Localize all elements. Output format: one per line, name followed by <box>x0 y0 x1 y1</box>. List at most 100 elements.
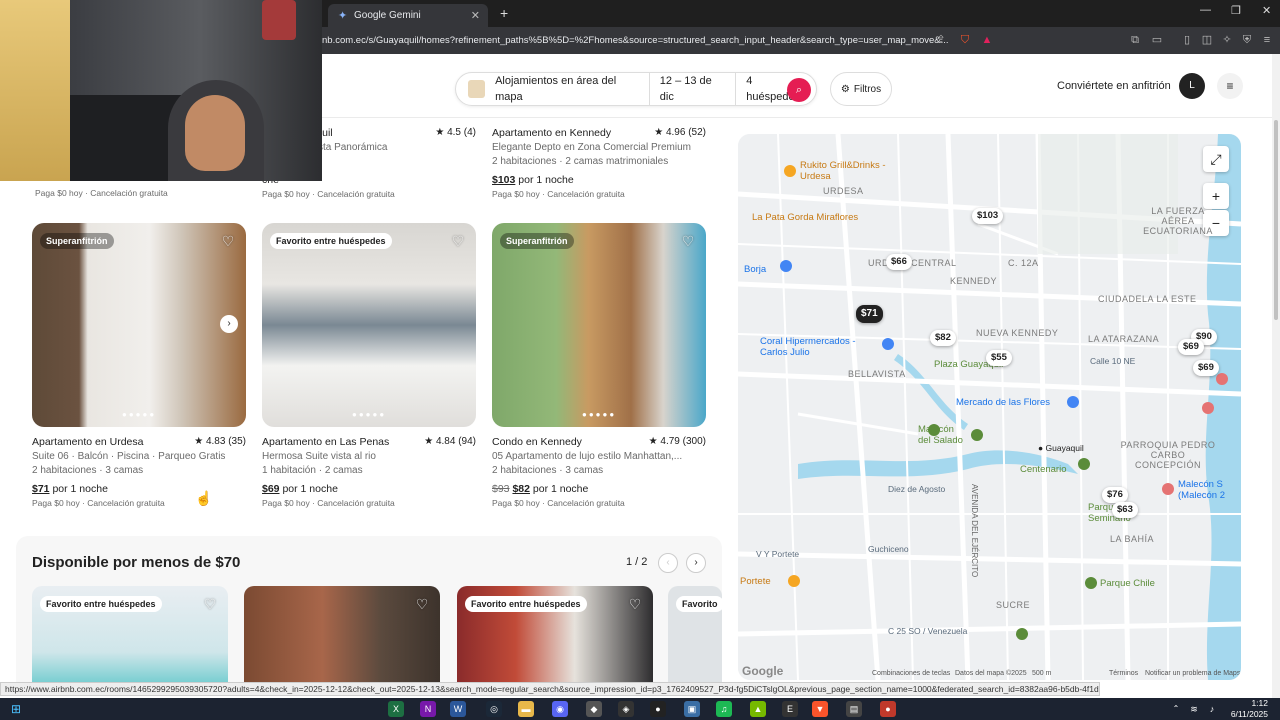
leo-ai-icon[interactable]: ✧ <box>1220 33 1234 47</box>
map-label-nueva-kennedy: NUEVA KENNEDY <box>976 328 1059 338</box>
map-price-pin[interactable]: $82 <box>930 330 956 346</box>
close-window-icon[interactable]: ✕ <box>1262 4 1271 17</box>
app-icon-5[interactable]: ● <box>880 701 896 717</box>
listing-pay-note: Paga $0 hoy · Cancelación gratuita <box>262 498 395 508</box>
listing-card-kennedy[interactable]: Superanfitrión ♡ ●●●●● Condo en Kennedy ★… <box>492 223 706 508</box>
onenote-icon[interactable]: N <box>420 701 436 717</box>
sidebar-icon[interactable]: ▯ <box>1180 33 1194 47</box>
section-pager: 1 / 2 <box>626 556 648 568</box>
guest-favorite-badge: Favorito entre huéspedes <box>465 596 587 612</box>
heart-icon[interactable]: ♡ <box>220 233 236 249</box>
vpn-icon[interactable]: ⛨ <box>1240 33 1254 47</box>
url-text[interactable]: nb.com.ec/s/Guayaquil/homes?refinement_p… <box>322 35 949 46</box>
brave-shield-icon[interactable]: ⛉ <box>958 33 972 47</box>
map-price-pin[interactable]: $63 <box>1112 502 1138 518</box>
map-label-la-bahia: LA BAHÍA <box>1110 534 1155 544</box>
maximize-icon[interactable]: ❐ <box>1231 4 1241 17</box>
map-price-pin[interactable]: $69 <box>1178 339 1204 355</box>
listing-card-las-penas[interactable]: Favorito entre huéspedes ♡ ●●●●● Apartam… <box>262 223 476 508</box>
map-label-ciudadela: CIUDADELA LA ESTE <box>1098 294 1197 304</box>
heart-icon[interactable]: ♡ <box>680 233 696 249</box>
chevron-right-icon[interactable]: › <box>220 315 238 333</box>
small-listing-card[interactable]: Favorito entre huéspedes ♡ <box>457 586 653 696</box>
heart-icon[interactable]: ♡ <box>202 596 218 612</box>
word-icon[interactable]: W <box>450 701 466 717</box>
listing-card-top-2[interactable]: Apartamento en Kennedy ★ 4.96 (52) Elegan… <box>492 118 706 199</box>
search-dates[interactable]: 12 – 13 de dic <box>650 73 737 105</box>
avatar[interactable]: L <box>1179 73 1205 99</box>
browser-menu-icon[interactable]: ≡ <box>1260 33 1274 47</box>
share-icon[interactable]: ⇪ <box>934 33 948 47</box>
app-icon-4[interactable]: ▤ <box>846 701 862 717</box>
github-icon[interactable]: ● <box>650 701 666 717</box>
map-shortcuts-link[interactable]: Combinaciones de teclas <box>872 670 950 677</box>
heart-icon[interactable]: ♡ <box>627 596 643 612</box>
search-button[interactable]: ⌕ <box>787 78 811 102</box>
steam-icon[interactable]: ◎ <box>486 701 502 717</box>
chevron-left-icon[interactable]: ‹ <box>658 553 678 573</box>
map-price-pin[interactable]: $55 <box>986 350 1012 366</box>
cast-icon[interactable]: ▭ <box>1150 33 1164 47</box>
airbnb-header: Alojamientos en área del mapa 12 – 13 de… <box>322 54 1280 118</box>
tray-arrow-icon[interactable]: ⌃ <box>1168 701 1184 717</box>
close-tab-icon[interactable]: ✕ <box>471 9 480 22</box>
brave-browser-icon[interactable]: ▼ <box>812 701 828 717</box>
epic-games-icon[interactable]: E <box>782 701 798 717</box>
listing-rating: ★ 4.5 (4) <box>435 127 476 138</box>
minimize-icon[interactable]: — <box>1200 4 1211 16</box>
listing-rooms: 2 habitaciones · 2 camas matrimoniales <box>492 156 669 167</box>
tab-gemini[interactable]: ✦ Google Gemini ✕ <box>328 4 488 27</box>
small-listing-card[interactable]: Favorito <box>668 586 722 696</box>
fullscreen-icon[interactable]: ⤢ <box>1203 146 1229 172</box>
listing-title: Apartamento en Las Penas <box>262 436 390 448</box>
listing-card-urdesa[interactable]: Superanfitrión ♡ › ●●●●● Apartamento en … <box>32 223 246 508</box>
map-label-bellavista: BELLAVISTA <box>848 369 906 379</box>
listing-description: Hermosa Suite vista al rio <box>262 451 376 462</box>
listing-photo[interactable]: Favorito entre huéspedes ♡ ●●●●● <box>262 223 476 427</box>
guest-favorite-badge: Favorito entre huéspedes <box>270 233 392 249</box>
nvidia-icon[interactable]: ▲ <box>750 701 766 717</box>
app-icon[interactable]: ◆ <box>586 701 602 717</box>
excel-icon[interactable]: X <box>388 701 404 717</box>
small-listing-card[interactable]: ♡ <box>244 586 440 696</box>
search-bar[interactable]: Alojamientos en área del mapa 12 – 13 de… <box>455 72 817 106</box>
map-price-pin-selected[interactable]: $71 <box>856 305 883 323</box>
listing-price-amount: $71 <box>32 483 50 495</box>
wallet-icon[interactable]: ◫ <box>1200 33 1214 47</box>
file-explorer-icon[interactable]: ▬ <box>518 701 534 717</box>
listing-pay-note: Paga $0 hoy · Cancelación gratuita <box>262 189 395 199</box>
app-icon-2[interactable]: ◈ <box>618 701 634 717</box>
map-price-pin[interactable]: $76 <box>1102 487 1128 503</box>
map-report-link[interactable]: Notificar un problema de Maps <box>1145 670 1240 677</box>
search-location[interactable]: Alojamientos en área del mapa <box>485 73 650 105</box>
filters-button[interactable]: ⚙ Filtros <box>830 72 892 106</box>
map-price-pin[interactable]: $66 <box>886 254 912 270</box>
app-icon-3[interactable]: ▣ <box>684 701 700 717</box>
listing-price-suffix: por 1 noche <box>515 174 574 186</box>
discord-icon[interactable]: ◉ <box>552 701 568 717</box>
map-price-pin[interactable]: $69 <box>1193 360 1219 376</box>
become-host-link[interactable]: Conviértete en anfitrión <box>1057 80 1171 92</box>
wifi-icon[interactable]: ≋ <box>1186 701 1202 717</box>
taskbar-clock[interactable]: 1:12 6/11/2025 <box>1231 698 1268 720</box>
listing-photo[interactable]: Superanfitrión ♡ › ●●●●● <box>32 223 246 427</box>
map[interactable]: ⤢ + − URDESA KENNEDY LA FUERZA AÉREA ECU… <box>738 134 1241 680</box>
small-listing-card[interactable]: Favorito entre huéspedes ♡ <box>32 586 228 696</box>
new-tab-button[interactable]: + <box>500 5 508 21</box>
volume-icon[interactable]: ♪ <box>1204 701 1220 717</box>
heart-icon[interactable]: ♡ <box>414 596 430 612</box>
spotify-icon[interactable]: ♫ <box>716 701 732 717</box>
google-logo: Google <box>742 664 784 678</box>
map-terms-link[interactable]: Términos <box>1109 670 1138 677</box>
webcam-person-face <box>185 95 245 171</box>
windows-start-icon[interactable]: ⊞ <box>8 701 24 717</box>
extensions-icon[interactable]: ⧉ <box>1128 33 1142 47</box>
heart-icon[interactable]: ♡ <box>450 233 466 249</box>
status-bar-url: https://www.airbnb.com.ec/rooms/14652992… <box>0 682 1100 696</box>
listing-photo[interactable]: Superanfitrión ♡ ●●●●● <box>492 223 706 427</box>
map-price-pin[interactable]: $103 <box>972 208 1004 224</box>
scrollbar-thumb[interactable] <box>1274 120 1278 320</box>
chevron-right-icon[interactable]: › <box>686 553 706 573</box>
hamburger-menu-icon[interactable]: ≡ <box>1217 73 1243 99</box>
brave-rewards-icon[interactable]: ▲ <box>980 33 994 47</box>
